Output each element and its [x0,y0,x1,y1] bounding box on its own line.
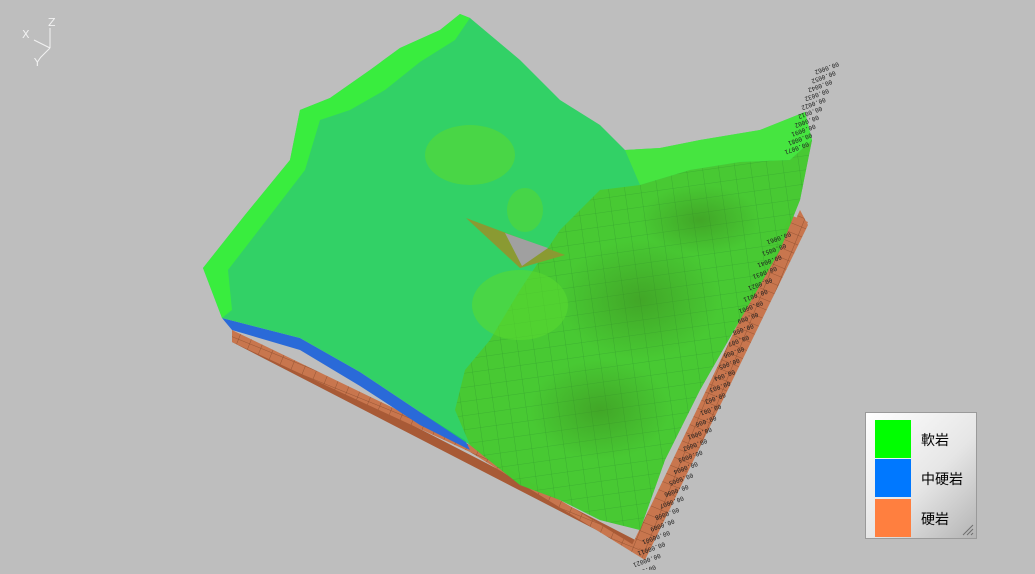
terrain-shade-3 [640,185,760,255]
resize-grip-icon[interactable] [960,522,974,536]
outcrop-patch-3 [507,188,543,232]
legend-label-medium-rock: 中硬岩 [921,472,963,488]
legend-item-soft-rock: 軟岩 [875,420,975,458]
legend-swatch-hard-rock [875,499,911,537]
axis-label-x: X [22,28,30,41]
legend-label-soft-rock: 軟岩 [921,433,949,449]
legend-item-medium-rock: 中硬岩 [875,459,975,497]
legend-swatch-medium-rock [875,459,911,497]
legend-panel: 軟岩 中硬岩 硬岩 [865,412,977,539]
outcrop-patch-2 [472,270,568,340]
axis-label-z: Z [48,16,56,29]
outcrop-patch-1 [425,125,515,185]
legend-swatch-soft-rock [875,420,911,458]
terrain-shade-1 [560,240,720,360]
terrain-shade-2 [530,360,670,460]
axis-gizmo: X Z Y [22,16,56,69]
axis-label-y: Y [33,56,41,69]
legend-label-hard-rock: 硬岩 [921,512,949,528]
